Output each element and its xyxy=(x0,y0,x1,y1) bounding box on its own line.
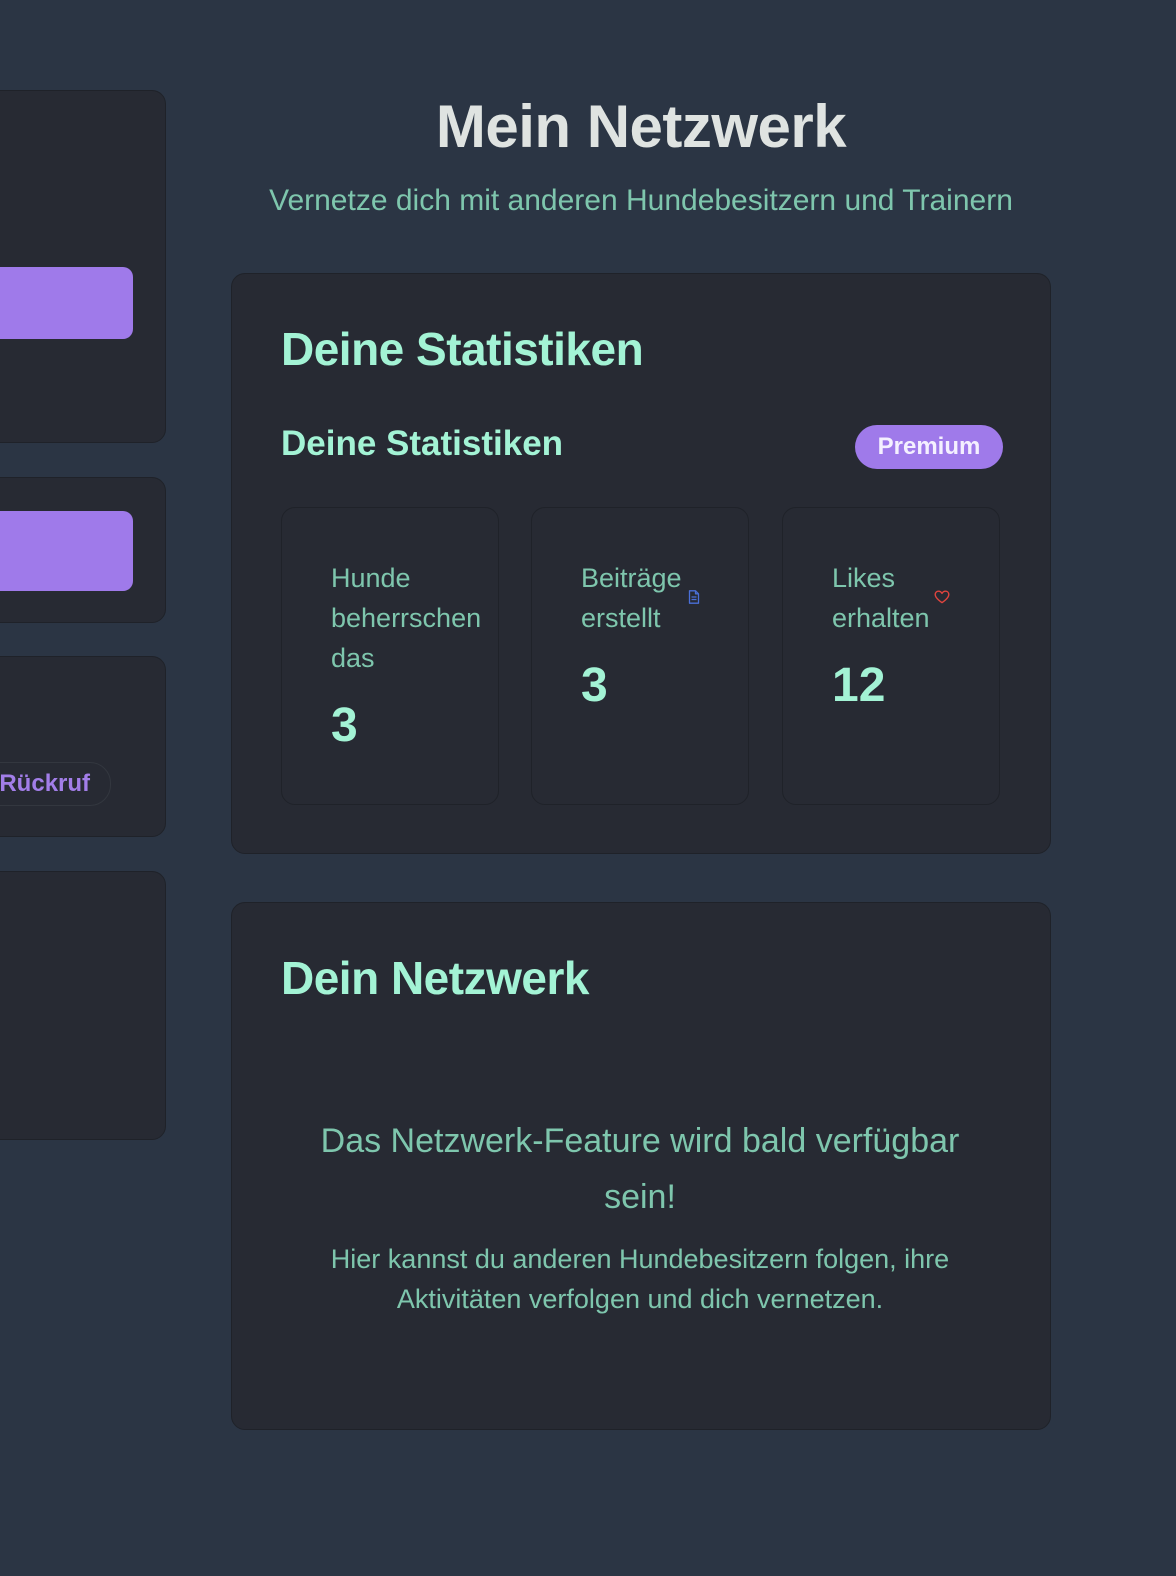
tag-pill-rueckruf[interactable]: #Rückruf xyxy=(0,762,112,806)
network-card: Dein Netzwerk Das Netzwerk-Feature wird … xyxy=(231,902,1051,1430)
page-subtitle: Vernetze dich mit anderen Hundebesitzern… xyxy=(269,184,1013,217)
stats-sub-heading: Deine Statistiken xyxy=(281,424,564,463)
side-action-button-1[interactable] xyxy=(0,267,133,339)
side-card-1 xyxy=(0,90,166,443)
stat-value: 3 xyxy=(581,659,608,712)
stat-label: Beiträge erstellt xyxy=(581,563,682,633)
stats-card: Deine Statistiken Deine Statistiken Prem… xyxy=(231,273,1051,854)
stat-card-posts: Beiträge erstellt 3 xyxy=(531,507,749,805)
network-description: Hier kannst du anderen Hundebesitzern fo… xyxy=(330,1244,950,1314)
stat-value: 3 xyxy=(331,699,358,752)
document-icon xyxy=(688,590,700,604)
network-card-title: Dein Netzwerk xyxy=(281,952,589,1004)
side-card-4 xyxy=(0,871,166,1140)
premium-badge: Premium xyxy=(855,425,1003,469)
heart-icon xyxy=(934,590,950,604)
stat-card-dogs: Hunde beherrschen das 3 xyxy=(281,507,499,805)
stat-card-likes: Likes erhalten 12 xyxy=(782,507,1000,805)
stat-label: Likes erhalten xyxy=(832,563,930,633)
side-card-3: #Rückruf xyxy=(0,656,166,837)
stat-value: 12 xyxy=(832,659,886,712)
stat-label: Hunde beherrschen das xyxy=(331,563,482,673)
side-action-button-2[interactable] xyxy=(0,511,133,591)
side-card-2 xyxy=(0,477,166,623)
network-coming-soon-headline: Das Netzwerk-Feature wird bald verfügbar… xyxy=(320,1122,960,1216)
page-title: Mein Netzwerk xyxy=(435,93,847,160)
stats-card-title: Deine Statistiken xyxy=(281,323,644,375)
